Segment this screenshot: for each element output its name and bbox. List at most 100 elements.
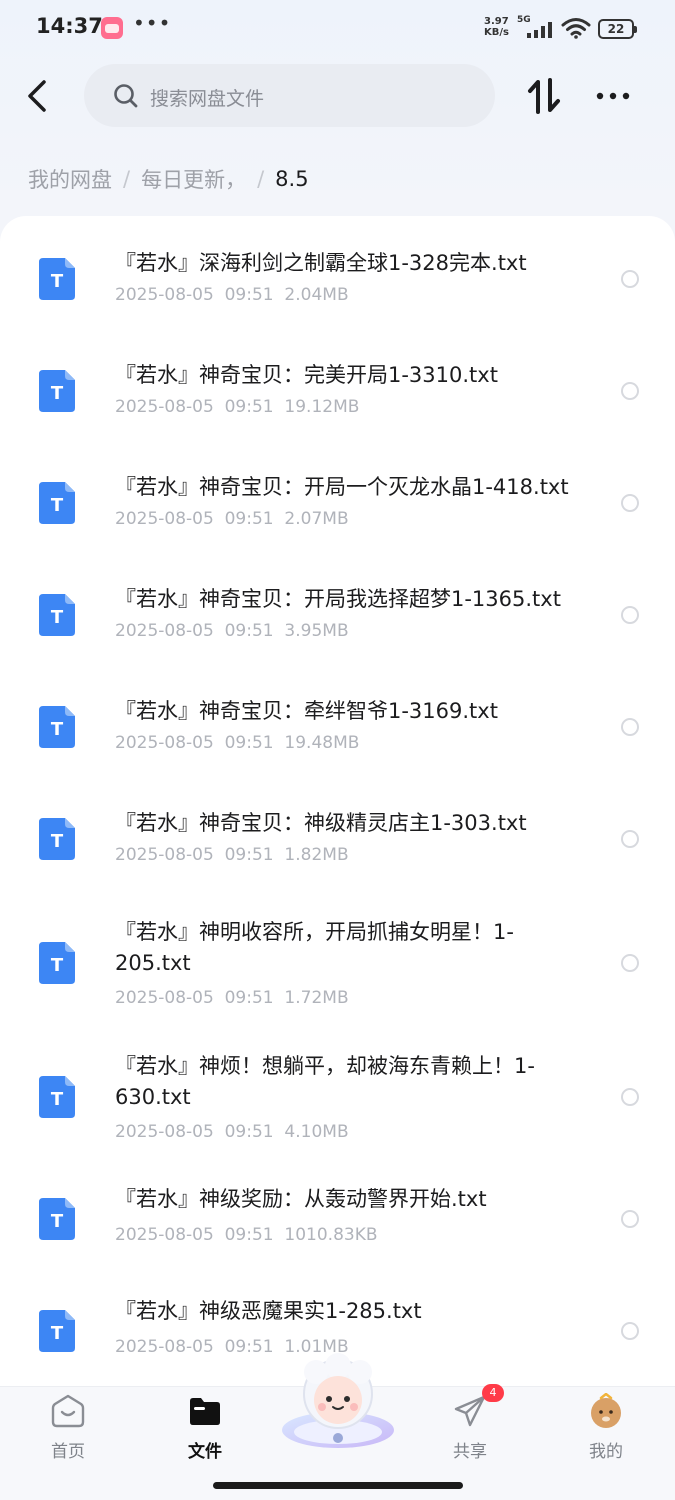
breadcrumb-current: 8.5 — [275, 167, 309, 191]
file-time: 09:51 — [224, 397, 274, 417]
file-time: 09:51 — [224, 621, 274, 641]
file-date: 2025-08-05 — [115, 621, 214, 641]
ai-assistant-mascot-icon[interactable] — [276, 1352, 400, 1452]
tab-files-label: 文件 — [188, 1442, 222, 1462]
file-row[interactable]: T 『若水』神奇宝贝：完美开局1-3310.txt 2025-08-05 09:… — [0, 334, 675, 446]
file-meta: 2025-08-05 09:51 2.07MB — [115, 509, 349, 529]
file-meta: 2025-08-05 09:51 19.12MB — [115, 397, 359, 417]
chevron-left-icon — [28, 80, 46, 112]
tab-profile[interactable]: 我的 — [556, 1387, 656, 1477]
speed-value: 3.97 — [484, 16, 509, 27]
file-name: 『若水』深海利剑之制霸全球1-328完本.txt — [115, 251, 527, 275]
file-meta: 2025-08-05 09:51 4.10MB — [115, 1122, 349, 1142]
network-speed: 3.97 KB/s — [484, 16, 518, 38]
file-time: 09:51 — [224, 1337, 274, 1357]
svg-text:T: T — [51, 831, 64, 852]
select-checkbox[interactable] — [621, 1088, 639, 1106]
select-checkbox[interactable] — [621, 382, 639, 400]
tab-home[interactable]: 首页 — [18, 1387, 118, 1477]
file-size: 19.48MB — [284, 733, 360, 753]
file-date: 2025-08-05 — [115, 509, 214, 529]
file-row[interactable]: T 『若水』神级奖励：从轰动警界开始.txt 2025-08-05 09:51 … — [0, 1162, 675, 1274]
select-checkbox[interactable] — [621, 954, 639, 972]
select-checkbox[interactable] — [621, 718, 639, 736]
tab-files[interactable]: 文件 — [155, 1387, 255, 1477]
txt-file-icon: T — [39, 706, 75, 748]
file-time: 09:51 — [224, 845, 274, 865]
svg-text:T: T — [51, 955, 64, 976]
file-meta: 2025-08-05 09:51 19.48MB — [115, 733, 359, 753]
svg-text:T: T — [51, 719, 64, 740]
search-icon — [114, 84, 138, 108]
file-size: 3.95MB — [284, 621, 349, 641]
file-meta: 2025-08-05 09:51 1.82MB — [115, 845, 349, 865]
wifi-icon — [561, 18, 591, 39]
status-time: 14:37 — [36, 14, 103, 38]
select-checkbox[interactable] — [621, 830, 639, 848]
file-name: 『若水』神奇宝贝：神级精灵店主1-303.txt — [115, 811, 527, 835]
file-name: 『若水』神烦！想躺平，却被海东青赖上！1-630.txt — [115, 1054, 535, 1109]
txt-file-icon: T — [39, 482, 75, 524]
svg-text:T: T — [51, 1211, 64, 1232]
select-checkbox[interactable] — [621, 1210, 639, 1228]
sort-icon — [528, 78, 560, 114]
file-date: 2025-08-05 — [115, 988, 214, 1008]
file-row[interactable]: T 『若水』神奇宝贝：开局我选择超梦1-1365.txt 2025-08-05 … — [0, 558, 675, 670]
file-time: 09:51 — [224, 733, 274, 753]
file-name: 『若水』神奇宝贝：牵绊智爷1-3169.txt — [115, 699, 498, 723]
file-date: 2025-08-05 — [115, 1337, 214, 1357]
file-row[interactable]: T 『若水』神奇宝贝：开局一个灭龙水晶1-418.txt 2025-08-05 … — [0, 446, 675, 558]
file-meta: 2025-08-05 09:51 1010.83KB — [115, 1225, 378, 1245]
breadcrumb-item-daily-update[interactable]: 每日更新， — [141, 164, 246, 194]
file-row[interactable]: T 『若水』深海利剑之制霸全球1-328完本.txt 2025-08-05 09… — [0, 222, 675, 334]
avatar-icon — [591, 1393, 621, 1428]
file-row[interactable]: T 『若水』神奇宝贝：神级精灵店主1-303.txt 2025-08-05 09… — [0, 782, 675, 894]
file-time: 09:51 — [224, 509, 274, 529]
file-name: 『若水』神级恶魔果实1-285.txt — [115, 1299, 422, 1323]
txt-file-icon: T — [39, 1076, 75, 1118]
file-time: 09:51 — [224, 1122, 274, 1142]
share-badge: 4 — [482, 1384, 504, 1402]
file-row[interactable]: T 『若水』神烦！想躺平，却被海东青赖上！1-630.txt 2025-08-0… — [0, 1028, 675, 1162]
home-indicator — [213, 1482, 463, 1489]
txt-file-icon: T — [39, 258, 75, 300]
file-row[interactable]: T 『若水』神明收容所，开局抓捕女明星！1-205.txt 2025-08-05… — [0, 894, 675, 1028]
tab-home-label: 首页 — [51, 1442, 85, 1462]
file-name: 『若水』神明收容所，开局抓捕女明星！1-205.txt — [115, 920, 514, 975]
file-date: 2025-08-05 — [115, 733, 214, 753]
select-checkbox[interactable] — [621, 270, 639, 288]
file-time: 09:51 — [224, 1225, 274, 1245]
file-list: T 『若水』深海利剑之制霸全球1-328完本.txt 2025-08-05 09… — [0, 216, 675, 1386]
txt-file-icon: T — [39, 1198, 75, 1240]
file-size: 1.72MB — [284, 988, 349, 1008]
txt-file-icon: T — [39, 818, 75, 860]
txt-file-icon: T — [39, 594, 75, 636]
file-size: 2.04MB — [284, 285, 349, 305]
more-button[interactable] — [592, 80, 634, 112]
more-notifications-icon: ••• — [133, 11, 172, 35]
svg-text:T: T — [51, 495, 64, 516]
breadcrumb-separator: / — [123, 167, 131, 191]
file-row[interactable]: T 『若水』神奇宝贝：牵绊智爷1-3169.txt 2025-08-05 09:… — [0, 670, 675, 782]
select-checkbox[interactable] — [621, 494, 639, 512]
app-notification-icon — [101, 17, 123, 39]
breadcrumb-item-root[interactable]: 我的网盘 — [28, 164, 112, 194]
status-bar: 14:37 ••• 3.97 KB/s 5G 22 — [0, 0, 675, 60]
select-checkbox[interactable] — [621, 606, 639, 624]
svg-text:T: T — [51, 271, 64, 292]
svg-text:T: T — [51, 383, 64, 404]
file-size: 4.10MB — [284, 1122, 349, 1142]
sort-button[interactable] — [524, 74, 564, 118]
svg-text:T: T — [51, 607, 64, 628]
back-button[interactable] — [18, 72, 58, 120]
file-size: 1.82MB — [284, 845, 349, 865]
search-input[interactable]: 搜索网盘文件 — [84, 64, 495, 127]
txt-file-icon: T — [39, 370, 75, 412]
file-date: 2025-08-05 — [115, 285, 214, 305]
select-checkbox[interactable] — [621, 1322, 639, 1340]
file-size: 1010.83KB — [284, 1225, 378, 1245]
svg-text:T: T — [51, 1323, 64, 1344]
tab-share[interactable]: 4 共享 — [420, 1384, 520, 1477]
file-meta: 2025-08-05 09:51 1.72MB — [115, 988, 349, 1008]
file-meta: 2025-08-05 09:51 3.95MB — [115, 621, 349, 641]
